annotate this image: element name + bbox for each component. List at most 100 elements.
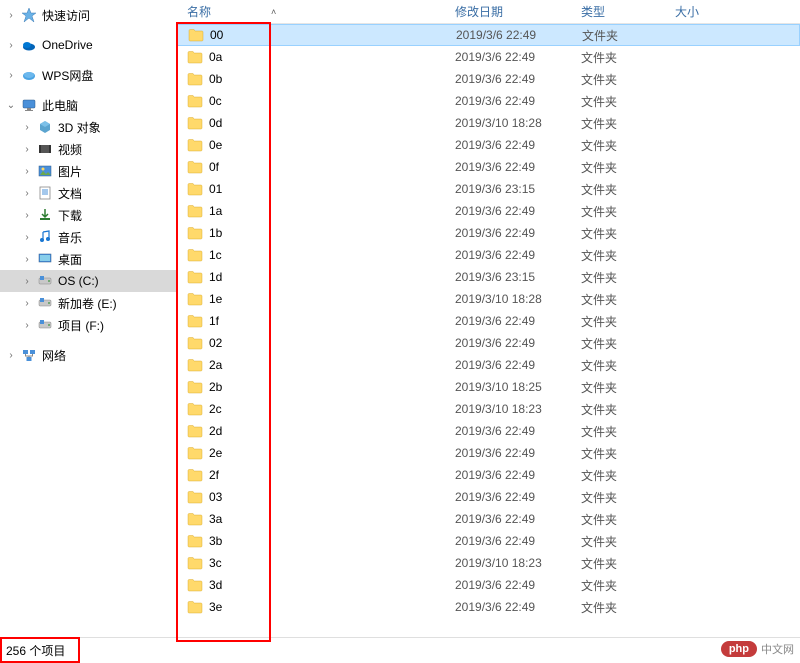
file-name-cell: 3d <box>177 578 445 592</box>
file-row[interactable]: 2f2019/3/6 22:49文件夹 <box>177 464 800 486</box>
file-type-cell: 文件夹 <box>571 115 665 132</box>
tree-item[interactable]: ›WPS网盘 <box>0 64 177 86</box>
file-type-cell: 文件夹 <box>571 225 665 242</box>
file-type-cell: 文件夹 <box>571 49 665 66</box>
file-name-cell: 02 <box>177 336 445 350</box>
file-row[interactable]: 1b2019/3/6 22:49文件夹 <box>177 222 800 244</box>
file-date-cell: 2019/3/6 22:49 <box>445 468 571 482</box>
chevron-right-icon[interactable]: › <box>20 230 34 244</box>
chevron-right-icon[interactable]: › <box>20 164 34 178</box>
tree-item[interactable]: ›新加卷 (E:) <box>0 292 177 314</box>
file-row[interactable]: 2e2019/3/6 22:49文件夹 <box>177 442 800 464</box>
chevron-right-icon[interactable]: › <box>20 208 34 222</box>
file-type-cell: 文件夹 <box>571 203 665 220</box>
file-row[interactable]: 002019/3/6 22:49文件夹 <box>177 24 800 46</box>
file-row[interactable]: 0d2019/3/10 18:28文件夹 <box>177 112 800 134</box>
file-row[interactable]: 1c2019/3/6 22:49文件夹 <box>177 244 800 266</box>
file-type-cell: 文件夹 <box>571 423 665 440</box>
chevron-right-icon[interactable]: › <box>20 120 34 134</box>
chevron-right-icon[interactable]: › <box>20 142 34 156</box>
chevron-right-icon[interactable]: › <box>4 8 18 22</box>
file-row[interactable]: 3e2019/3/6 22:49文件夹 <box>177 596 800 618</box>
chevron-right-icon[interactable]: › <box>20 296 34 310</box>
file-name-label: 1b <box>209 226 222 240</box>
column-header-name[interactable]: 名称 ˄ <box>177 0 445 23</box>
file-row[interactable]: 0b2019/3/6 22:49文件夹 <box>177 68 800 90</box>
tree-item[interactable]: ⌄此电脑 <box>0 94 177 116</box>
video-icon <box>36 141 54 157</box>
column-header-date[interactable]: 修改日期 <box>445 0 571 23</box>
column-header-size[interactable]: 大小 <box>665 0 765 23</box>
file-row[interactable]: 1d2019/3/6 23:15文件夹 <box>177 266 800 288</box>
file-row[interactable]: 0f2019/3/6 22:49文件夹 <box>177 156 800 178</box>
folder-icon <box>187 226 203 240</box>
file-row[interactable]: 1a2019/3/6 22:49文件夹 <box>177 200 800 222</box>
file-name-label: 1d <box>209 270 222 284</box>
file-name-label: 2b <box>209 380 222 394</box>
sort-indicator-icon: ˄ <box>271 7 276 17</box>
file-row[interactable]: 0c2019/3/6 22:49文件夹 <box>177 90 800 112</box>
tree-item[interactable]: ›OS (C:) <box>0 270 177 292</box>
chevron-right-icon[interactable]: › <box>20 186 34 200</box>
tree-item[interactable]: › 音乐 <box>0 226 177 248</box>
tree-item[interactable]: ›图片 <box>0 160 177 182</box>
file-row[interactable]: 3a2019/3/6 22:49文件夹 <box>177 508 800 530</box>
chevron-right-icon[interactable]: › <box>20 252 34 266</box>
tree-item[interactable]: ›快速访问 <box>0 4 177 26</box>
file-row[interactable]: 1e2019/3/10 18:28文件夹 <box>177 288 800 310</box>
file-type-cell: 文件夹 <box>571 401 665 418</box>
file-row[interactable]: 0e2019/3/6 22:49文件夹 <box>177 134 800 156</box>
file-name-cell: 0c <box>177 94 445 108</box>
folder-icon <box>187 182 203 196</box>
file-name-cell: 03 <box>177 490 445 504</box>
file-name-cell: 0a <box>177 50 445 64</box>
item-count-label: 256 个项目 <box>6 642 65 659</box>
file-name-cell: 1d <box>177 270 445 284</box>
chevron-right-icon[interactable]: › <box>20 274 34 288</box>
file-row[interactable]: 022019/3/6 22:49文件夹 <box>177 332 800 354</box>
tree-item-label: 3D 对象 <box>58 119 101 136</box>
chevron-right-icon[interactable]: › <box>4 68 18 82</box>
tree-item-label: OneDrive <box>42 38 93 52</box>
file-row[interactable]: 032019/3/6 22:49文件夹 <box>177 486 800 508</box>
tree-item[interactable]: ›文档 <box>0 182 177 204</box>
file-name-cell: 1a <box>177 204 445 218</box>
folder-icon <box>187 292 203 306</box>
tree-item[interactable]: ›项目 (F:) <box>0 314 177 336</box>
tree-item[interactable]: ›视频 <box>0 138 177 160</box>
folder-icon <box>187 402 203 416</box>
column-header-type[interactable]: 类型 <box>571 0 665 23</box>
file-type-cell: 文件夹 <box>571 467 665 484</box>
music-icon <box>36 229 54 245</box>
folder-icon <box>187 314 203 328</box>
file-row[interactable]: 3b2019/3/6 22:49文件夹 <box>177 530 800 552</box>
file-date-cell: 2019/3/6 22:49 <box>445 336 571 350</box>
tree-item-label: 音乐 <box>58 229 82 246</box>
file-row[interactable]: 3c2019/3/10 18:23文件夹 <box>177 552 800 574</box>
file-row[interactable]: 2a2019/3/6 22:49文件夹 <box>177 354 800 376</box>
folder-icon <box>187 72 203 86</box>
file-name-cell: 3e <box>177 600 445 614</box>
tree-item[interactable]: › OneDrive <box>0 34 177 56</box>
file-name-cell: 2d <box>177 424 445 438</box>
download-icon <box>36 207 54 223</box>
onedrive-icon <box>20 37 38 53</box>
tree-item[interactable]: › 3D 对象 <box>0 116 177 138</box>
file-row[interactable]: 012019/3/6 23:15文件夹 <box>177 178 800 200</box>
file-row[interactable]: 0a2019/3/6 22:49文件夹 <box>177 46 800 68</box>
file-name-cell: 2c <box>177 402 445 416</box>
tree-item[interactable]: ›下载 <box>0 204 177 226</box>
chevron-right-icon[interactable]: › <box>4 38 18 52</box>
file-name-cell: 2a <box>177 358 445 372</box>
file-row[interactable]: 2b2019/3/10 18:25文件夹 <box>177 376 800 398</box>
chevron-right-icon[interactable]: › <box>4 348 18 362</box>
tree-item[interactable]: ›网络 <box>0 344 177 366</box>
file-row[interactable]: 1f2019/3/6 22:49文件夹 <box>177 310 800 332</box>
chevron-right-icon[interactable]: › <box>20 318 34 332</box>
tree-item[interactable]: ›桌面 <box>0 248 177 270</box>
chevron-down-icon[interactable]: ⌄ <box>4 98 18 112</box>
file-row[interactable]: 2d2019/3/6 22:49文件夹 <box>177 420 800 442</box>
file-row[interactable]: 2c2019/3/10 18:23文件夹 <box>177 398 800 420</box>
folder-icon <box>188 28 204 42</box>
file-row[interactable]: 3d2019/3/6 22:49文件夹 <box>177 574 800 596</box>
